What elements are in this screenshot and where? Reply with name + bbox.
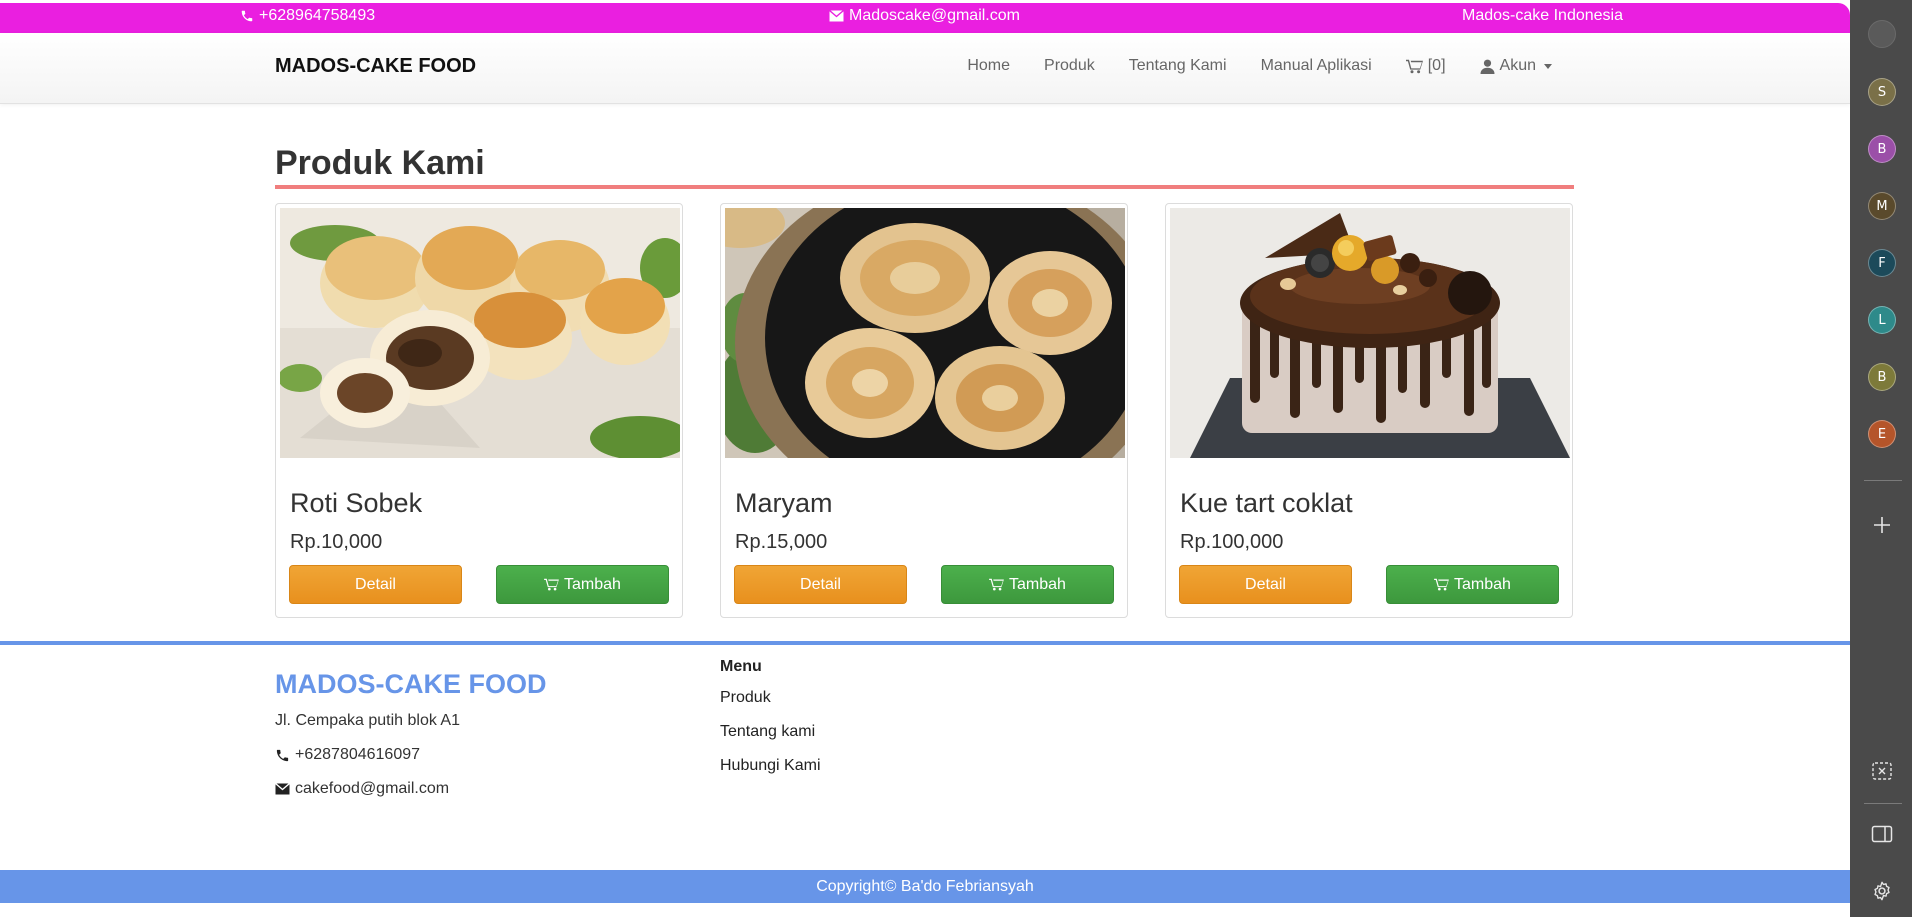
footer-address: Jl. Cempaka putih blok A1 <box>275 712 460 729</box>
envelope-icon <box>275 783 290 795</box>
sidebar-separator <box>1864 480 1902 481</box>
product-price: Rp.100,000 <box>1180 531 1284 553</box>
caret-down-icon <box>1544 63 1552 69</box>
product-card: Maryam Rp.15,000 Detail Tambah <box>720 203 1128 618</box>
sidebar-separator <box>1864 803 1902 804</box>
footer-link-produk[interactable]: Produk <box>720 689 771 707</box>
footer: MADOS-CAKE FOOD Jl. Cempaka putih blok A… <box>0 645 1850 870</box>
footer-link-tentang-kami[interactable]: Tentang kami <box>720 723 815 741</box>
account-label: Akun <box>1499 57 1536 74</box>
settings-icon[interactable] <box>1868 877 1896 905</box>
sidebar-top-avatar[interactable] <box>1868 20 1896 48</box>
nav-account-dropdown[interactable]: Akun <box>1480 57 1552 75</box>
detail-button[interactable]: Detail <box>289 565 462 604</box>
nav-tentang-kami[interactable]: Tentang Kami <box>1129 57 1227 75</box>
footer-brand: MADOS-CAKE FOOD <box>275 669 547 699</box>
footer-phone: +6287804616097 <box>275 746 420 764</box>
product-card: Kue tart coklat Rp.100,000 Detail Tambah <box>1165 203 1573 618</box>
sidebar-profile-avatar[interactable]: F <box>1868 249 1896 277</box>
detail-button[interactable]: Detail <box>734 565 907 604</box>
detail-button[interactable]: Detail <box>1179 565 1352 604</box>
sidebar-profile-avatar[interactable]: E <box>1868 420 1896 448</box>
section-title: Produk Kami <box>275 144 485 182</box>
product-price: Rp.10,000 <box>290 531 383 553</box>
copyright-bar: Copyright© Ba'do Febriansyah <box>0 870 1850 903</box>
phone-icon <box>240 9 254 23</box>
copyright-text: Copyright© Ba'do Febriansyah <box>816 877 1034 895</box>
sidebar-profile-avatar[interactable]: B <box>1868 135 1896 163</box>
sidebar-profile-avatar[interactable]: L <box>1868 306 1896 334</box>
product-name: Maryam <box>735 488 833 518</box>
nav-home[interactable]: Home <box>967 57 1010 75</box>
panel-icon[interactable] <box>1868 820 1896 848</box>
contact-bar: +628964758493 Madoscake@gmail.com Mados-… <box>0 3 1850 33</box>
envelope-icon <box>829 10 844 22</box>
cart-icon <box>544 578 559 591</box>
nav-manual-aplikasi[interactable]: Manual Aplikasi <box>1261 57 1372 75</box>
nav-links: Home Produk Tentang Kami Manual Aplikasi… <box>967 57 1552 75</box>
user-icon <box>1480 59 1495 74</box>
section-divider <box>275 185 1574 189</box>
footer-menu-title: Menu <box>720 658 762 675</box>
nav-cart[interactable]: [0] <box>1405 57 1446 75</box>
sidebar-profile-avatar[interactable]: B <box>1868 363 1896 391</box>
browser-sidebar: S B M F L B E <box>1850 0 1912 917</box>
web-page: +628964758493 Madoscake@gmail.com Mados-… <box>0 0 1850 917</box>
footer-link-hubungi-kami[interactable]: Hubungi Kami <box>720 757 821 775</box>
cart-icon <box>1405 59 1423 74</box>
product-image-maryam <box>725 208 1125 458</box>
footer-email: cakefood@gmail.com <box>275 780 449 798</box>
product-card: Roti Sobek Rp.10,000 Detail Tambah <box>275 203 683 618</box>
cart-icon <box>1434 578 1449 591</box>
add-to-cart-button[interactable]: Tambah <box>496 565 669 604</box>
add-to-cart-button[interactable]: Tambah <box>941 565 1114 604</box>
main-navbar: MADOS-CAKE FOOD Home Produk Tentang Kami… <box>0 33 1850 104</box>
contact-email: Madoscake@gmail.com <box>829 7 1020 25</box>
navbar-brand[interactable]: MADOS-CAKE FOOD <box>275 55 476 78</box>
cart-count: [0] <box>1427 57 1446 74</box>
add-to-cart-button[interactable]: Tambah <box>1386 565 1559 604</box>
product-price: Rp.15,000 <box>735 531 828 553</box>
sidebar-profile-avatar[interactable]: M <box>1868 192 1896 220</box>
phone-icon <box>275 748 290 763</box>
contact-tagline: Mados-cake Indonesia <box>1462 7 1623 24</box>
product-name: Kue tart coklat <box>1180 488 1353 518</box>
nav-produk[interactable]: Produk <box>1044 57 1095 75</box>
product-name: Roti Sobek <box>290 488 423 518</box>
screenshot-icon[interactable] <box>1868 757 1896 785</box>
cart-icon <box>989 578 1004 591</box>
contact-phone: +628964758493 <box>240 7 375 25</box>
product-image-roti-sobek <box>280 208 680 458</box>
product-image-kue-tart-coklat <box>1170 208 1570 458</box>
add-icon[interactable] <box>1868 511 1896 539</box>
sidebar-profile-avatar[interactable]: S <box>1868 78 1896 106</box>
